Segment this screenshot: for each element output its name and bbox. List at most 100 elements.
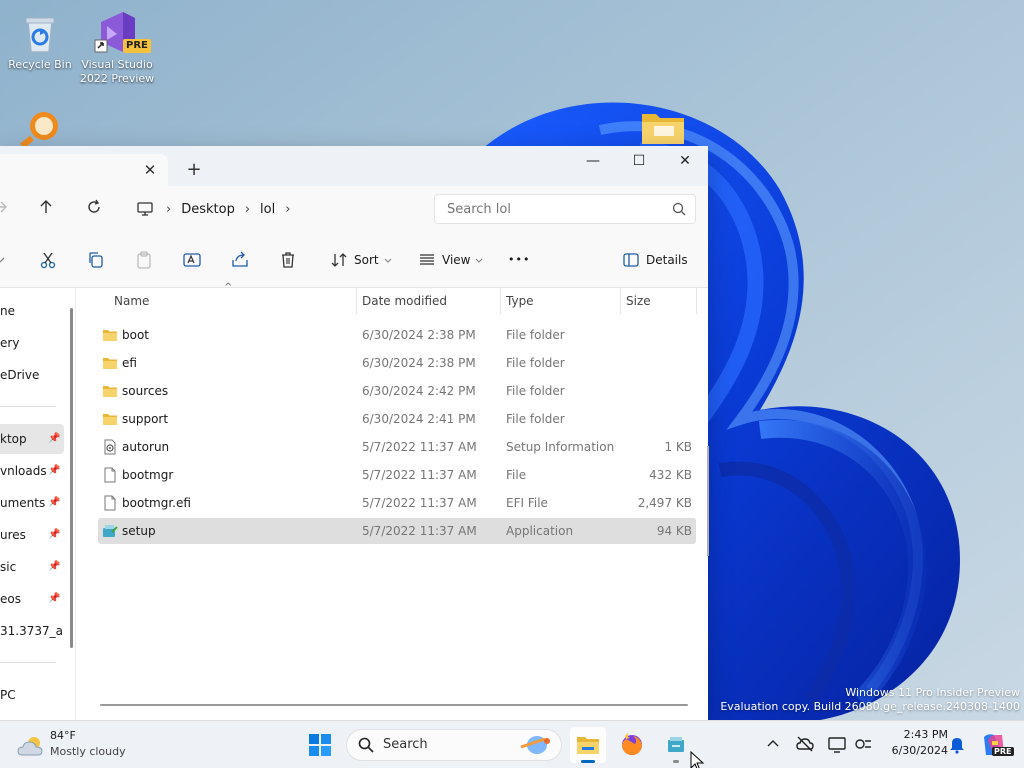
sidebar-item-home[interactable]: ne: [0, 296, 64, 326]
setup-app-icon: [103, 525, 118, 537]
refresh-button[interactable]: [82, 198, 106, 222]
file-row-bootmgr-efi[interactable]: bootmgr.efi 5/7/2022 11:37 AM EFI File 2,49…: [98, 490, 696, 516]
column-header-type[interactable]: Type: [506, 288, 534, 314]
copy-icon[interactable]: [86, 250, 106, 270]
paste-icon[interactable]: [134, 250, 154, 270]
details-button[interactable]: Details: [622, 250, 688, 270]
taskbar: 84°F Mostly cloudy Search 2:43 PM 6/30/2…: [0, 720, 1024, 768]
sort-button[interactable]: Sort: [330, 250, 393, 270]
column-divider[interactable]: [500, 288, 501, 314]
file-list-vertical-scrollbar[interactable]: [707, 446, 709, 556]
view-button[interactable]: View: [418, 250, 484, 270]
chevron-up-icon[interactable]: [762, 733, 784, 755]
address-bar[interactable]: › Desktop › lol ›: [128, 194, 424, 224]
column-divider[interactable]: [696, 288, 697, 314]
search-box[interactable]: [434, 194, 696, 224]
taskbar-firefox[interactable]: [614, 727, 650, 763]
pin-icon: 📌: [48, 497, 61, 508]
file-name: support: [122, 412, 169, 426]
column-header-size[interactable]: Size: [626, 288, 651, 314]
sidebar-item-gallery[interactable]: ery: [0, 328, 64, 358]
breadcrumb-chevron-icon[interactable]: ›: [285, 202, 290, 217]
sidebar-item-onedrive[interactable]: eDrive: [0, 360, 64, 390]
forward-button[interactable]: [0, 198, 12, 222]
desktop-icon-folder-partial[interactable]: [640, 108, 686, 146]
start-button[interactable]: [302, 727, 338, 763]
sidebar-item-pictures[interactable]: ures 📌: [0, 520, 64, 550]
sidebar-item-desktop[interactable]: ktop 📌: [0, 424, 64, 454]
notification-bell-icon[interactable]: [946, 733, 968, 755]
file-explorer-window[interactable]: ✕ + — ☐ ✕ › Desktop › lol › Search lol S…: [0, 146, 709, 720]
taskbar-search[interactable]: Search: [346, 729, 562, 761]
sidebar-scrollbar[interactable]: [70, 308, 73, 648]
sidebar-item-downloads[interactable]: vnloads 📌: [0, 456, 64, 486]
file-date-modified: 5/7/2022 11:37 AM: [362, 524, 477, 538]
taskbar-clock[interactable]: 2:43 PM 6/30/2024: [876, 727, 948, 759]
search-highlight-icon: [520, 736, 550, 754]
arrow-up-icon: [40, 200, 52, 213]
column-divider[interactable]: [620, 288, 621, 314]
breadcrumb-lol[interactable]: lol: [260, 202, 275, 217]
folder-icon: [642, 114, 684, 144]
file-row-boot[interactable]: boot 6/30/2024 2:38 PM File folder: [98, 322, 696, 348]
desktop-icon-recycle-bin[interactable]: Recycle Bin: [2, 8, 78, 72]
cloud-offline-icon[interactable]: [794, 733, 816, 755]
maximize-button[interactable]: ☐: [616, 146, 662, 176]
weather-widget[interactable]: 84°F Mostly cloudy: [14, 727, 164, 763]
firefox-icon: [622, 733, 642, 755]
taskbar-setup[interactable]: [658, 727, 694, 763]
column-header-date-modified[interactable]: Date modified: [362, 288, 447, 314]
copilot-button[interactable]: PRE: [978, 729, 1014, 761]
chevron-down-icon[interactable]: [0, 250, 12, 270]
watermark-edition: Windows 11 Pro Insider Preview: [845, 686, 1020, 699]
share-icon[interactable]: [230, 250, 250, 270]
sidebar-item-this-pc[interactable]: PC: [0, 680, 64, 710]
network-icon[interactable]: [852, 733, 874, 755]
file-name: bootmgr: [122, 468, 174, 482]
breadcrumb-chevron-icon[interactable]: ›: [166, 202, 171, 217]
minimize-button[interactable]: —: [570, 146, 616, 176]
file-date-modified: 5/7/2022 11:37 AM: [362, 468, 477, 482]
breadcrumb-desktop[interactable]: Desktop: [181, 202, 235, 217]
taskbar-file-explorer[interactable]: [570, 727, 606, 763]
file-row-efi[interactable]: efi 6/30/2024 2:38 PM File folder: [98, 350, 696, 376]
folder-icon: [103, 358, 117, 369]
file-type: Application: [506, 524, 574, 538]
up-button[interactable]: [34, 198, 58, 222]
tab-lol[interactable]: ✕: [0, 154, 168, 186]
sidebar-divider: [0, 662, 56, 663]
sidebar-item-music[interactable]: sic 📌: [0, 552, 64, 582]
search-input[interactable]: [447, 200, 657, 218]
file-row-support[interactable]: support 6/30/2024 2:41 PM File folder: [98, 406, 696, 432]
sidebar-item-videos[interactable]: eos 📌: [0, 584, 64, 614]
file-row-bootmgr[interactable]: bootmgr 5/7/2022 11:37 AM File 432 KB: [98, 462, 696, 488]
pin-icon: 📌: [48, 593, 61, 604]
desktop-icon-magnifier-partial[interactable]: [18, 106, 64, 149]
cloud-icon: [17, 737, 43, 756]
tab-close-button[interactable]: ✕: [140, 160, 160, 180]
file-row-setup[interactable]: setup 5/7/2022 11:37 AM Application 94 KB: [98, 518, 696, 544]
delete-icon[interactable]: [278, 250, 298, 270]
sidebar-item-build-folder[interactable]: 31.3737_amc: [0, 616, 64, 646]
cut-icon[interactable]: [38, 250, 58, 270]
refresh-icon: [88, 199, 100, 213]
file-row-sources[interactable]: sources 6/30/2024 2:42 PM File folder: [98, 378, 696, 404]
file-list-horizontal-scrollbar[interactable]: [100, 704, 688, 706]
file-list: ^ Name Date modified Type Size boot 6/30/…: [84, 282, 708, 720]
display-icon[interactable]: [826, 733, 848, 755]
column-header-name[interactable]: Name: [114, 288, 149, 314]
column-divider[interactable]: [356, 288, 357, 314]
view-label: View: [442, 253, 471, 267]
file-row-autorun[interactable]: autorun 5/7/2022 11:37 AM Setup Informatio…: [98, 434, 696, 460]
desktop-icon-visual-studio[interactable]: PRE Visual Studio 2022 Preview: [79, 8, 155, 86]
close-button[interactable]: ✕: [662, 146, 708, 176]
rename-icon[interactable]: [182, 250, 202, 270]
new-tab-button[interactable]: +: [182, 158, 206, 182]
file-type: File folder: [506, 328, 565, 342]
pin-icon: 📌: [48, 561, 61, 572]
more-options-button[interactable]: •••: [508, 250, 530, 270]
active-indicator: [581, 760, 595, 763]
sidebar-item-documents[interactable]: uments 📌: [0, 488, 64, 518]
breadcrumb-chevron-icon[interactable]: ›: [245, 202, 250, 217]
clock-date: 6/30/2024: [891, 744, 948, 757]
